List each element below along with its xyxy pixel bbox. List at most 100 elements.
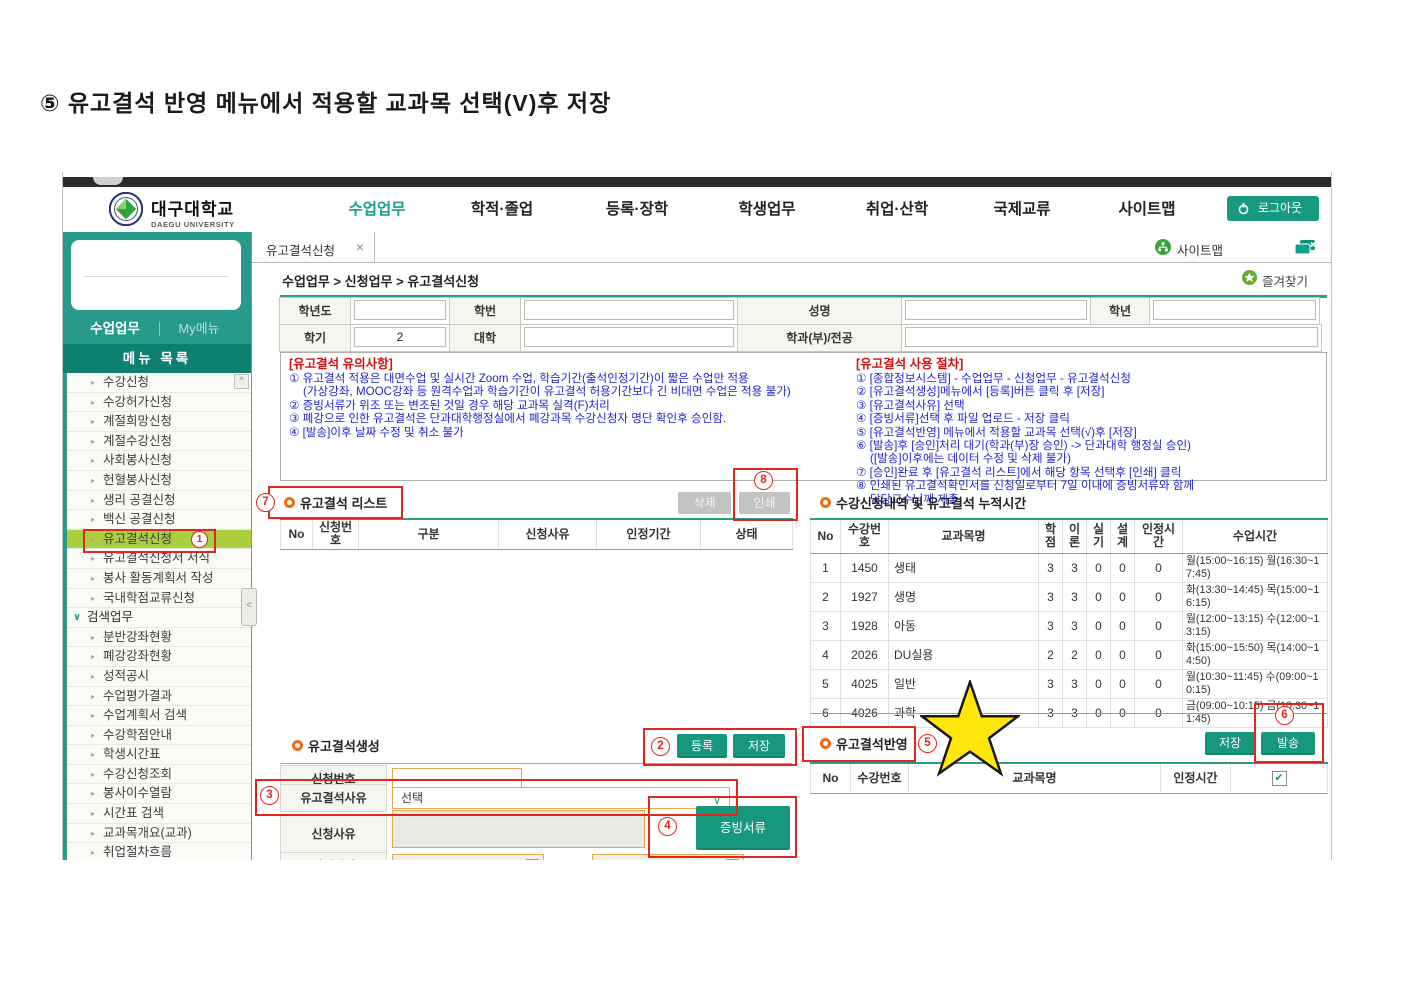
col-request-no: 신청번호: [312, 518, 359, 550]
nav-career[interactable]: 취업·산학: [841, 187, 953, 232]
nav-classes[interactable]: 수업업무: [321, 187, 433, 232]
table-row: 2 1927 생명 3 3 0 0 0 화(13:30~14:45) 목(15:00~16:15…: [810, 581, 1328, 612]
sidebar-item[interactable]: ▸ 수강학점안내: [67, 726, 251, 746]
tab-label: 유고결석신청: [266, 244, 336, 258]
tutorial-caption: ⑤ 유고결석 반영 메뉴에서 적용할 교과목 선택(V)후 저장: [40, 90, 612, 116]
grade-input[interactable]: [1153, 300, 1316, 320]
calendar-icon[interactable]: [526, 859, 539, 860]
label-student-id: 학번: [449, 297, 521, 325]
student-id-input[interactable]: [524, 300, 734, 320]
sidebar-item[interactable]: ▸ 계절수강신청: [67, 432, 251, 452]
sidebar-item[interactable]: ▸ 분반강좌현황: [67, 628, 251, 648]
sidebar-item[interactable]: ▸ 교과목개요(교과): [67, 824, 251, 844]
request-no-input[interactable]: [392, 768, 522, 789]
favorite-link[interactable]: 즐겨찾기: [1262, 271, 1308, 290]
col-period: 인정기간: [596, 518, 701, 550]
cell-time: 화(15:00~15:50) 목(14:00~14:50): [1182, 639, 1328, 670]
cell-credit: 2: [1038, 639, 1063, 670]
register-button[interactable]: 등록: [677, 734, 727, 758]
sidebar-item[interactable]: ▸ 봉사 활동계획서 작성: [67, 569, 251, 589]
calendar-icon[interactable]: [726, 859, 739, 860]
sidebar-item[interactable]: ▸ 학생시간표: [67, 745, 251, 765]
sidebar-item[interactable]: ▸ 헌혈봉사신청: [67, 471, 251, 491]
nav-sitemap[interactable]: 사이트맵: [1091, 187, 1203, 232]
sidebar-item[interactable]: ▸ 백신 공결신청: [67, 510, 251, 530]
cell-time: 월(12:00~13:15) 수(12:00~13:15): [1182, 610, 1328, 641]
sitemap-link[interactable]: 사이트맵: [1177, 240, 1223, 259]
col-design: 설계: [1110, 518, 1135, 554]
col-category: 구분: [358, 518, 499, 550]
reason-textarea[interactable]: [392, 810, 645, 848]
sidebar-item-label: 국내학점교류신청: [103, 590, 196, 605]
notice-right: [유고결석 사용 절차] ① [종합정보시스템] - 수업업무 - 신청업무 -…: [856, 357, 1321, 506]
name-input[interactable]: [905, 300, 1087, 320]
select-all-checkbox[interactable]: ✔: [1271, 770, 1287, 786]
attach-documents-button[interactable]: 증빙서류: [696, 806, 790, 850]
cell-rec: 0: [1134, 581, 1183, 612]
sidebar-item[interactable]: ▸ 국내학점교류신청: [67, 589, 251, 609]
scroll-up-button[interactable]: ^: [234, 374, 249, 389]
col-recognized-hours: 인정시간: [1134, 518, 1183, 554]
college-field-cell: [520, 324, 738, 352]
cell-lab: 0: [1086, 610, 1111, 641]
sidebar-item-label: 유고결석신청: [103, 531, 173, 546]
triangle-icon: ▸: [91, 573, 96, 583]
sidebar-item[interactable]: ▸ 유고결석신청서 서식: [67, 549, 251, 569]
send-button[interactable]: 발송: [1261, 732, 1315, 755]
sidebar-group-search[interactable]: ∨ 검색업무: [67, 608, 251, 628]
logout-button[interactable]: 로그아웃: [1227, 196, 1319, 221]
sidebar-item-label: 생리 공결신청: [103, 492, 176, 507]
sidebar-tab-mymenu[interactable]: My메뉴: [163, 318, 235, 340]
nav-records[interactable]: 학적·졸업: [446, 187, 558, 232]
sidebar-tab-classes[interactable]: 수업업무: [73, 318, 157, 340]
reflect-save-button[interactable]: 저장: [1205, 732, 1255, 755]
nav-student-affairs[interactable]: 학생업무: [711, 187, 823, 232]
sidebar-group-label: 검색업무: [87, 610, 134, 625]
sidebar-item[interactable]: ▸ 수강신청: [67, 373, 251, 393]
cell-credit: 3: [1038, 668, 1063, 699]
sidebar-item[interactable]: ▸ 수업평가결과: [67, 687, 251, 707]
absence-list-table: No 신청번호 구분 신청사유 인정기간 상태: [280, 518, 793, 550]
sidebar-item-label: 취업절차흐름: [103, 845, 173, 860]
cell-theory: 3: [1062, 552, 1087, 583]
cell-design: 0: [1110, 639, 1135, 670]
sidebar-item[interactable]: ▸ 사회봉사신청: [67, 451, 251, 471]
label-department: 학과(부)/전공: [737, 324, 902, 352]
tab-close-icon[interactable]: ×: [356, 239, 364, 255]
sidebar-item[interactable]: ▸ 시간표 검색: [67, 804, 251, 824]
sidebar-menu-panel: ^ ▸ 수강신청 ▸ 수강허가신청 ▸ 계절희망신청 ▸ 계절수강신청 ▸ 사회봉사신청 …: [67, 373, 251, 860]
sidebar-item[interactable]: ▸ 수업계획서 검색: [67, 706, 251, 726]
sidebar-item[interactable]: ▸ 봉사이수열람: [67, 784, 251, 805]
sidebar-item[interactable]: ▸ 성적공시: [67, 667, 251, 687]
sidebar-item[interactable]: ▸ 취업절차흐름: [67, 843, 251, 860]
breadcrumb-row: 수업업무 > 신청업무 > 유고결석신청 즐겨찾기: [252, 262, 1331, 295]
cell-no: 3: [810, 610, 841, 641]
sidebar-item[interactable]: ▸ 수강허가신청: [67, 393, 251, 413]
nav-registration[interactable]: 등록·장학: [581, 187, 693, 232]
period-start-input[interactable]: [392, 854, 544, 860]
sidebar-item[interactable]: ▸ 수강신청조회: [67, 765, 251, 785]
print-button[interactable]: 인쇄: [739, 492, 790, 514]
sidebar-collapse-handle[interactable]: <: [241, 588, 257, 626]
cell-no: 5: [810, 668, 841, 699]
generate-save-button[interactable]: 저장: [733, 734, 785, 758]
tab-excused-absence[interactable]: 유고결석신청 ×: [252, 232, 375, 262]
sidebar-item[interactable]: ▸ 계절희망신청: [67, 412, 251, 432]
term-input[interactable]: [354, 327, 446, 347]
period-end-input[interactable]: [592, 854, 744, 860]
college-input[interactable]: [524, 327, 734, 347]
department-input[interactable]: [905, 327, 1318, 347]
cell-theory: 2: [1062, 639, 1087, 670]
nav-international[interactable]: 국제교류: [966, 187, 1078, 232]
sidebar-item-excused-absence-active[interactable]: ▸ 유고결석신청 1: [67, 528, 251, 553]
cell-time: 월(15:00~16:15) 월(16:30~17:45): [1182, 552, 1328, 583]
sidebar-item[interactable]: ▸ 생리 공결신청: [67, 491, 251, 511]
year-input[interactable]: [354, 300, 446, 320]
delete-button[interactable]: 삭제: [678, 492, 731, 514]
section-divider: [810, 713, 1327, 714]
close-all-windows-icon[interactable]: [1294, 239, 1318, 256]
reason-type-select[interactable]: 선택 ∨: [392, 787, 730, 809]
sitemap-icon: [1155, 239, 1171, 255]
sidebar-item[interactable]: ▸ 폐강강좌현황: [67, 647, 251, 667]
triangle-icon: ▸: [91, 456, 96, 466]
